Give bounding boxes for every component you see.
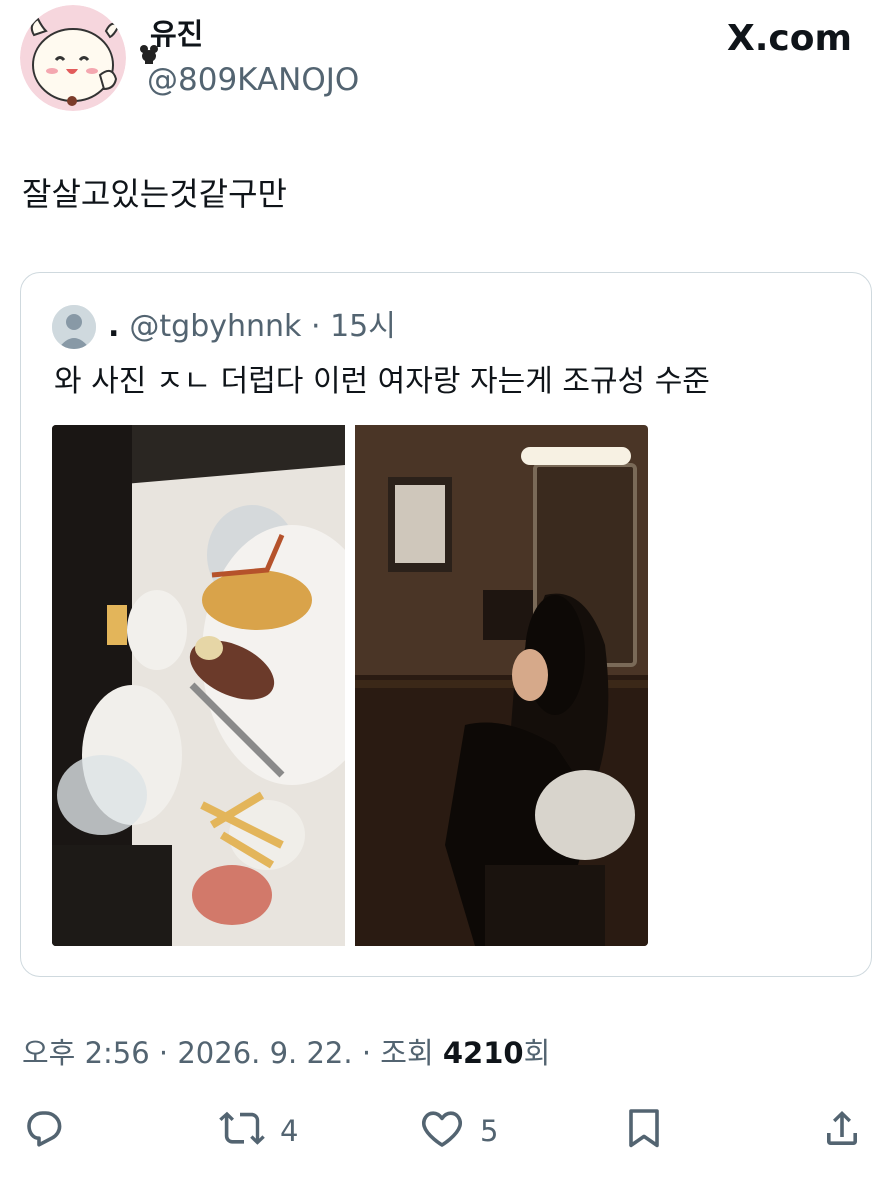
photo-restaurant-table-food[interactable]: [52, 425, 345, 946]
reply-icon: [20, 1104, 68, 1159]
reply-button[interactable]: [20, 1105, 68, 1157]
retweet-icon: [218, 1104, 266, 1159]
quoted-author-name[interactable]: .: [108, 309, 119, 344]
quoted-tweet-meta: . @tgbyhnnk · 15시: [108, 307, 396, 347]
quoted-tweet-text: 와 사진 ㅈㄴ 더럽다 이런 여자랑 자는게 조규성 수준: [54, 364, 710, 399]
tweet-meta: 오후 2:56 · 2026. 9. 22. · 조회 4210회: [22, 1033, 550, 1073]
views-suffix: 회: [523, 1036, 551, 1070]
tweet-time[interactable]: 오후 2:56: [22, 1036, 150, 1070]
user-handle[interactable]: @809KANOJO: [147, 60, 359, 100]
views-count: 4210: [442, 1036, 524, 1070]
views-label: 조회: [380, 1036, 434, 1070]
avatar[interactable]: [20, 5, 126, 111]
share-button[interactable]: [818, 1105, 866, 1157]
tweet-text: 잘살고있는것같구만: [22, 175, 287, 213]
meta-separator: ·: [361, 1036, 372, 1070]
display-name[interactable]: 유진: [150, 16, 203, 52]
x-logo: X.com: [726, 18, 852, 59]
retweet-button[interactable]: 4: [218, 1105, 298, 1157]
retweet-count: 4: [280, 1114, 299, 1148]
quoted-handle[interactable]: @tgbyhnnk: [129, 309, 301, 344]
photo-woman-sitting-dark-room[interactable]: [355, 425, 648, 946]
bookmark-button[interactable]: [620, 1105, 668, 1157]
heart-icon: [418, 1104, 466, 1159]
like-count: 5: [480, 1114, 499, 1148]
meta-separator: ·: [158, 1036, 169, 1070]
bookmark-icon: [620, 1104, 668, 1159]
like-button[interactable]: 5: [418, 1105, 498, 1157]
quoted-time[interactable]: 15시: [330, 309, 396, 344]
meta-separator: ·: [310, 309, 321, 344]
default-avatar-icon[interactable]: [52, 305, 96, 349]
tweet-date[interactable]: 2026. 9. 22.: [177, 1036, 352, 1070]
share-icon: [818, 1104, 866, 1159]
